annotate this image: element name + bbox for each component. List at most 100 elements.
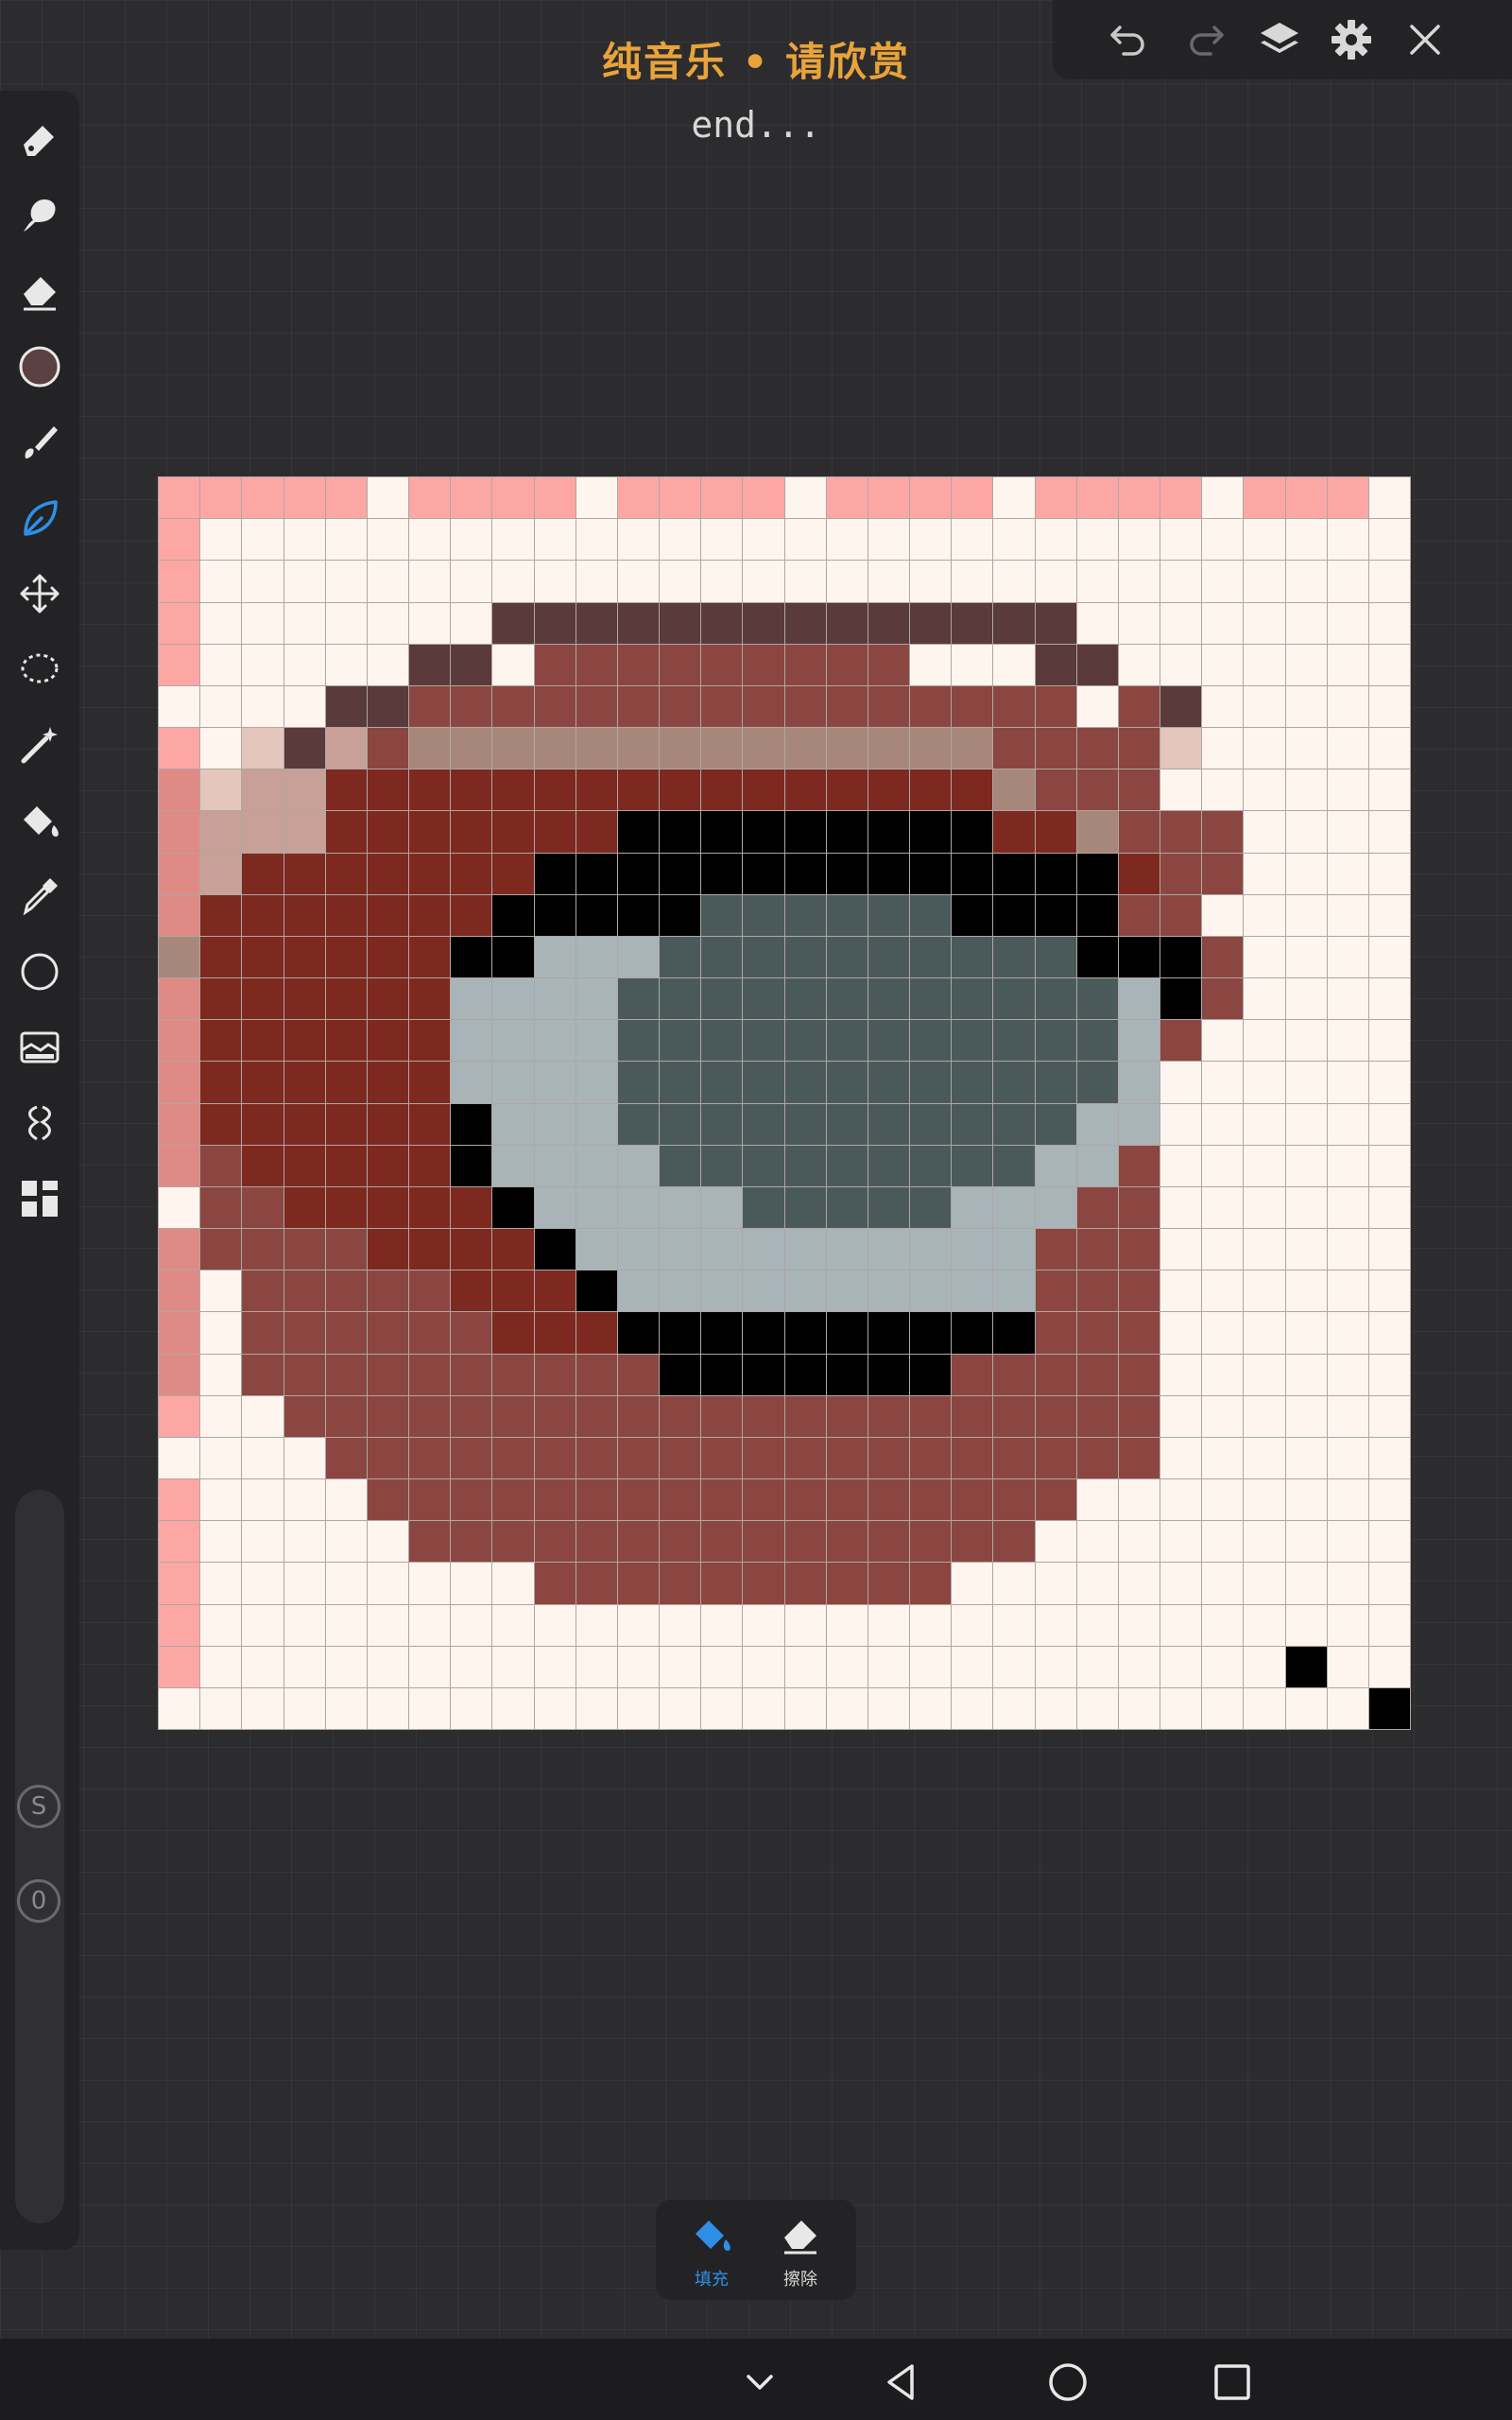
pixel-cell[interactable] [910,561,952,602]
pixel-cell[interactable] [576,1395,617,1437]
pixel-cell[interactable] [701,1270,743,1312]
pixel-cell[interactable] [492,1020,534,1062]
pixel-cell[interactable] [159,1646,200,1687]
pixel-cell[interactable] [1327,894,1368,936]
leaf-icon[interactable] [11,490,68,546]
pixel-cell[interactable] [242,1646,284,1687]
pixel-cell[interactable] [200,1687,242,1729]
pixel-cell[interactable] [952,1062,993,1103]
pixel-cell[interactable] [952,1354,993,1395]
pixel-cell[interactable] [660,728,701,769]
pixel-cell[interactable] [492,477,534,519]
pixel-cell[interactable] [159,769,200,811]
pixel-cell[interactable] [952,1563,993,1604]
pixel-cell[interactable] [284,853,325,894]
pixel-cell[interactable] [534,728,576,769]
pixel-cell[interactable] [409,1521,451,1563]
pixel-cell[interactable] [284,769,325,811]
pixel-cell[interactable] [451,519,492,561]
pixel-cell[interactable] [784,894,826,936]
pixel-cell[interactable] [159,1270,200,1312]
pixel-cell[interactable] [952,644,993,685]
pixel-cell[interactable] [1035,1687,1076,1729]
pixel-cell[interactable] [910,894,952,936]
pixel-cell[interactable] [242,519,284,561]
pixel-cell[interactable] [1285,1354,1327,1395]
pixel-cell[interactable] [952,1186,993,1228]
pixel-cell[interactable] [743,728,784,769]
pixel-cell[interactable] [367,1563,408,1604]
pixel-cell[interactable] [242,477,284,519]
pixel-cell[interactable] [409,1437,451,1478]
pixel-cell[interactable] [284,1437,325,1478]
pixel-cell[interactable] [784,1563,826,1604]
pixel-cell[interactable] [1368,936,1410,977]
pixel-cell[interactable] [1244,1312,1285,1354]
pixel-cell[interactable] [284,644,325,685]
pixel-cell[interactable] [993,1395,1035,1437]
pixel-cell[interactable] [993,1646,1035,1687]
pixel-cell[interactable] [1285,936,1327,977]
pixel-cell[interactable] [617,936,659,977]
pixel-cell[interactable] [1160,1563,1202,1604]
pixel-cell[interactable] [1035,894,1076,936]
pixel-cell[interactable] [242,1604,284,1646]
pixel-cell[interactable] [826,1354,868,1395]
pixel-cell[interactable] [325,1646,367,1687]
pixel-cell[interactable] [952,1521,993,1563]
pixel-cell[interactable] [1118,519,1160,561]
pixel-cell[interactable] [284,1103,325,1145]
pixel-cell[interactable] [993,1604,1035,1646]
pixel-cell[interactable] [743,1395,784,1437]
pixel-cell[interactable] [367,1145,408,1186]
pixel-cell[interactable] [409,1229,451,1270]
pixel-cell[interactable] [1368,853,1410,894]
pixel-cell[interactable] [701,769,743,811]
lasso-icon[interactable] [11,641,68,698]
pixel-cell[interactable] [1327,728,1368,769]
pixel-cell[interactable] [868,1687,909,1729]
pixel-cell[interactable] [1244,1186,1285,1228]
pixel-cell[interactable] [784,769,826,811]
pixel-cell[interactable] [1160,1687,1202,1729]
pixel-cell[interactable] [743,1229,784,1270]
pixel-cell[interactable] [784,1395,826,1437]
pixel-cell[interactable] [701,936,743,977]
pixel-cell[interactable] [868,1646,909,1687]
pixel-cell[interactable] [1160,685,1202,727]
pixel-cell[interactable] [784,1437,826,1478]
pixel-cell[interactable] [284,1479,325,1521]
pixel-cell[interactable] [993,769,1035,811]
undo-icon[interactable] [1100,11,1157,68]
pixel-cell[interactable] [534,1437,576,1478]
pixel-cell[interactable] [242,978,284,1020]
pixel-cell[interactable] [1035,1229,1076,1270]
pixel-cell[interactable] [910,811,952,853]
pixel-cell[interactable] [576,1646,617,1687]
pixel-cell[interactable] [409,561,451,602]
pixel-cell[interactable] [617,477,659,519]
redo-icon[interactable] [1177,11,1234,68]
pixel-cell[interactable] [784,1521,826,1563]
pixel-cell[interactable] [1244,811,1285,853]
pixel-cell[interactable] [242,1395,284,1437]
pixel-cell[interactable] [826,1186,868,1228]
pixel-cell[interactable] [1202,644,1244,685]
pixel-cell[interactable] [325,1687,367,1729]
pixel-cell[interactable] [1285,1646,1327,1687]
pixel-cell[interactable] [451,561,492,602]
pixel-cell[interactable] [200,769,242,811]
pixel-cell[interactable] [367,1020,408,1062]
pixel-cell[interactable] [1368,894,1410,936]
pixel-cell[interactable] [367,978,408,1020]
pixel-cell[interactable] [492,1270,534,1312]
pixel-cell[interactable] [743,644,784,685]
pixel-cell[interactable] [284,1270,325,1312]
pixel-cell[interactable] [910,1020,952,1062]
pixel-cell[interactable] [993,1687,1035,1729]
pixel-cell[interactable] [451,1270,492,1312]
pixel-cell[interactable] [743,1062,784,1103]
pixel-cell[interactable] [1244,561,1285,602]
pixel-cell[interactable] [159,978,200,1020]
pixel-cell[interactable] [617,1145,659,1186]
